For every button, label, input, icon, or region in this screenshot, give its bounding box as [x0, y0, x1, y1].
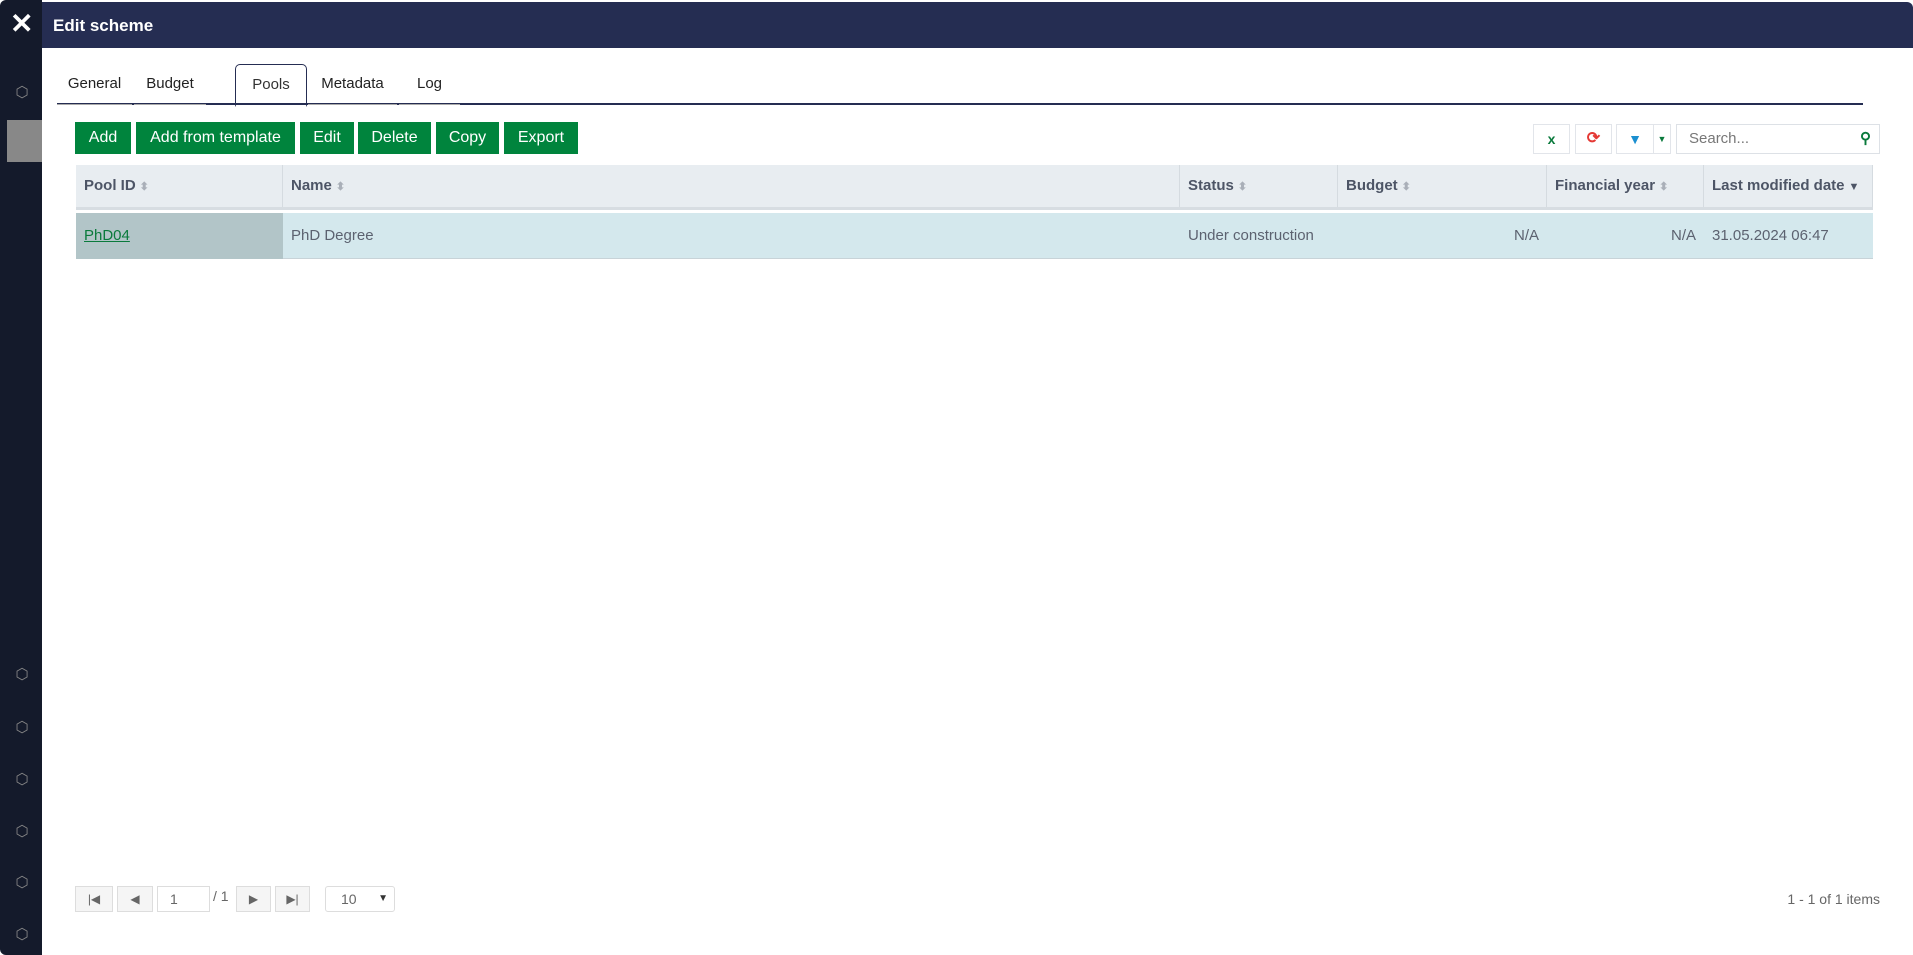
- add-from-template-button[interactable]: Add from template: [136, 122, 295, 154]
- cell-pool-id: PhD04: [76, 213, 283, 259]
- column-pool-id[interactable]: Pool ID ⬍: [76, 165, 283, 207]
- tab-bar: General Budget Pools Metadata Log: [57, 64, 1863, 107]
- close-icon[interactable]: ✕: [10, 8, 33, 40]
- tab-metadata[interactable]: Metadata: [308, 64, 397, 105]
- page-input[interactable]: 1: [157, 886, 210, 912]
- tab-general[interactable]: General: [57, 64, 132, 105]
- tab-pools[interactable]: Pools: [235, 64, 307, 107]
- tab-budget[interactable]: Budget: [134, 64, 206, 105]
- cube-icon[interactable]: ⬡: [14, 667, 30, 683]
- edit-button[interactable]: Edit: [300, 122, 354, 154]
- search-icon[interactable]: ⚲: [1860, 125, 1871, 153]
- tab-log[interactable]: Log: [399, 64, 460, 105]
- first-page-button[interactable]: |◀: [75, 886, 113, 912]
- last-page-button[interactable]: ▶|: [275, 886, 310, 912]
- cell-name: PhD Degree: [291, 227, 374, 244]
- sort-icon: ⬍: [1659, 181, 1669, 193]
- cube-icon[interactable]: ⬡: [14, 85, 30, 101]
- total-pages: / 1: [213, 888, 229, 904]
- pagination-summary: 1 - 1 of 1 items: [1787, 891, 1880, 907]
- sort-desc-icon: ▼: [1848, 181, 1860, 193]
- sort-icon: ⬍: [1401, 181, 1411, 193]
- next-page-button[interactable]: ▶: [236, 886, 271, 912]
- sidebar-active-item[interactable]: [7, 120, 42, 162]
- cell-last-modified: 31.05.2024 06:47: [1712, 227, 1829, 244]
- page-size-select[interactable]: 10 ▼: [325, 886, 395, 912]
- dialog-header: Edit scheme: [42, 2, 1913, 48]
- cell-budget: N/A: [1513, 227, 1539, 244]
- excel-export-icon[interactable]: x: [1533, 124, 1570, 154]
- refresh-icon[interactable]: ⟳: [1575, 124, 1612, 154]
- cube-icon[interactable]: ⬡: [14, 772, 30, 788]
- cell-financial-year: N/A: [1670, 227, 1696, 244]
- column-name[interactable]: Name ⬍: [283, 165, 1180, 207]
- dialog-title: Edit scheme: [53, 16, 154, 35]
- cube-icon[interactable]: ⬡: [14, 720, 30, 736]
- column-last-modified[interactable]: Last modified date ▼: [1704, 165, 1873, 207]
- column-status[interactable]: Status ⬍: [1180, 165, 1338, 207]
- sort-icon: ⬍: [139, 181, 149, 193]
- sort-icon: ⬍: [1237, 181, 1248, 193]
- add-button[interactable]: Add: [75, 122, 131, 154]
- filter-dropdown-icon[interactable]: ▼: [1653, 124, 1671, 154]
- table-header: Pool ID ⬍ Name ⬍ Status ⬍ Budget ⬍ Financial…: [76, 165, 1873, 210]
- search-input[interactable]: Search... ⚲: [1676, 124, 1880, 154]
- copy-button[interactable]: Copy: [436, 122, 499, 154]
- column-budget[interactable]: Budget ⬍: [1338, 165, 1547, 207]
- filter-icon[interactable]: ▼: [1616, 124, 1654, 154]
- search-placeholder: Search...: [1689, 130, 1750, 147]
- cube-icon[interactable]: ⬡: [14, 875, 30, 891]
- pool-id-link[interactable]: PhD04: [84, 227, 130, 244]
- prev-page-button[interactable]: ◀: [117, 886, 153, 912]
- chevron-down-icon: ▼: [378, 893, 388, 904]
- column-financial-year[interactable]: Financial year ⬍: [1547, 165, 1704, 207]
- export-button[interactable]: Export: [504, 122, 578, 154]
- delete-button[interactable]: Delete: [358, 122, 431, 154]
- sidebar: ✕ ⬡ ⬡ ⬡ ⬡ ⬡ ⬡ ⬡: [0, 0, 42, 955]
- cell-status: Under construction: [1188, 227, 1314, 244]
- sort-icon: ⬍: [335, 181, 346, 193]
- table-row[interactable]: PhD04 PhD Degree Under construction N/A …: [76, 213, 1873, 259]
- cube-icon[interactable]: ⬡: [14, 927, 30, 943]
- cube-icon[interactable]: ⬡: [14, 824, 30, 840]
